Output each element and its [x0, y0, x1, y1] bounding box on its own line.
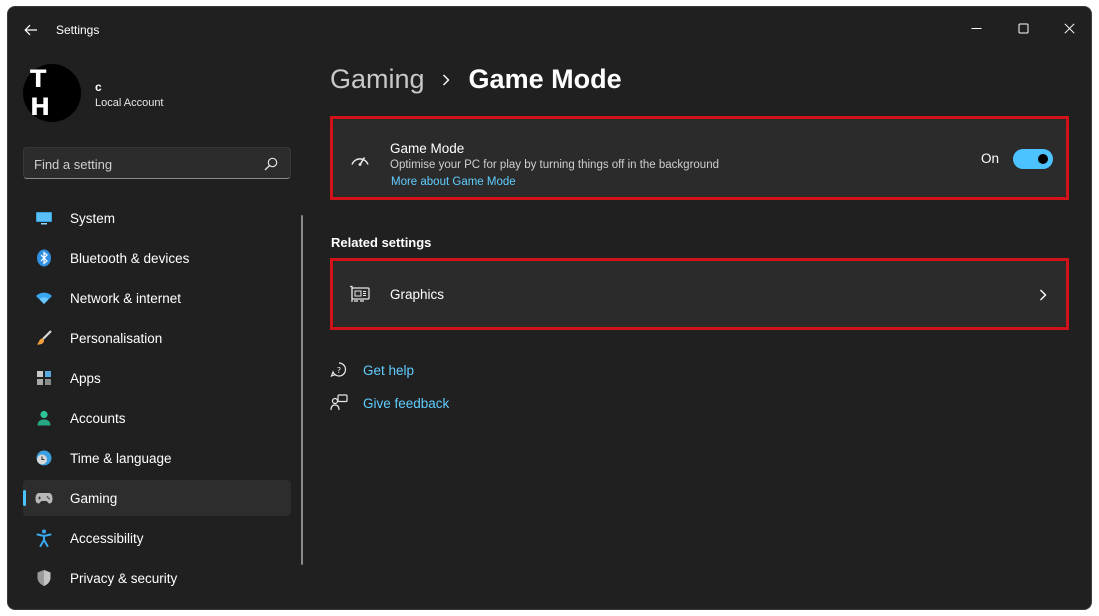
get-help-label: Get help: [363, 362, 415, 378]
bluetooth-icon: [35, 249, 53, 267]
sidebar-item-label: Gaming: [70, 490, 118, 506]
globe-clock-icon: [35, 449, 53, 467]
graphics-card-icon: [350, 285, 370, 302]
close-icon: [1063, 22, 1075, 34]
speedometer-icon: [351, 157, 369, 166]
sidebar-item-label: Time & language: [70, 450, 172, 466]
sidebar-item-label: Personalisation: [70, 330, 163, 346]
sidebar-item-label: Accounts: [70, 410, 126, 426]
account-type: Local Account: [95, 97, 164, 109]
toggle-knob: [1038, 154, 1048, 164]
get-help-link[interactable]: ? Get help: [330, 361, 414, 379]
sidebar-item-label: Accessibility: [70, 530, 144, 546]
sidebar-item-gaming[interactable]: Gaming: [23, 480, 291, 516]
accessibility-icon: [35, 529, 53, 547]
sidebar-item-accounts[interactable]: Accounts: [23, 400, 291, 436]
user-name: c: [95, 80, 102, 94]
game-mode-card: Game Mode Optimise your PC for play by t…: [333, 119, 1066, 197]
monitor-icon: [35, 209, 53, 227]
minimize-button[interactable]: [954, 13, 998, 43]
close-button[interactable]: [1047, 13, 1091, 43]
sidebar-scrollbar[interactable]: [301, 215, 303, 565]
game-mode-title: Game Mode: [390, 141, 465, 156]
sidebar-item-label: Bluetooth & devices: [70, 250, 190, 266]
sidebar-item-apps[interactable]: Apps: [23, 360, 291, 396]
page-title: Game Mode: [468, 64, 622, 94]
graphics-card[interactable]: Graphics: [333, 261, 1066, 327]
sidebar-item-system[interactable]: System: [23, 200, 291, 236]
avatar[interactable]: T H: [23, 64, 81, 122]
sidebar-item-privacy[interactable]: Privacy & security: [23, 560, 291, 596]
settings-window: Settings T H c Local Account System: [7, 6, 1092, 610]
related-settings-heading: Related settings: [331, 235, 432, 250]
sidebar-item-label: Apps: [70, 370, 101, 386]
maximize-icon: [1018, 23, 1028, 33]
wifi-icon: [35, 289, 53, 307]
svg-text:?: ?: [337, 366, 341, 375]
game-mode-toggle[interactable]: [1013, 149, 1053, 169]
sidebar-item-time-language[interactable]: Time & language: [23, 440, 291, 476]
app-title: Settings: [56, 23, 100, 37]
graphics-label: Graphics: [390, 287, 445, 302]
gamepad-icon: [35, 489, 53, 507]
breadcrumb: Gaming Game Mode: [330, 64, 622, 95]
search-input[interactable]: [34, 154, 254, 174]
feedback-icon: [330, 394, 348, 412]
maximize-button[interactable]: [1001, 13, 1045, 43]
sidebar-item-accessibility[interactable]: Accessibility: [23, 520, 291, 556]
arrow-left-icon: [24, 24, 37, 36]
sidebar-item-label: Privacy & security: [70, 570, 178, 586]
give-feedback-label: Give feedback: [363, 395, 450, 411]
search-icon[interactable]: [264, 157, 278, 171]
sidebar-item-network[interactable]: Network & internet: [23, 280, 291, 316]
more-about-game-mode-link[interactable]: More about Game Mode: [391, 176, 516, 188]
sidebar-nav: System Bluetooth & devices Network & int…: [23, 200, 291, 600]
search-box[interactable]: [23, 147, 291, 179]
back-button[interactable]: [20, 19, 42, 41]
chevron-right-icon: [441, 71, 453, 89]
breadcrumb-parent[interactable]: Gaming: [330, 64, 425, 95]
apps-icon: [35, 369, 53, 387]
help-chat-icon: ?: [330, 361, 348, 379]
toggle-state-label: On: [981, 151, 1000, 166]
game-mode-description: Optimise your PC for play by turning thi…: [390, 159, 719, 171]
minimize-icon: [971, 27, 981, 29]
shield-icon: [35, 569, 53, 587]
sidebar-item-bluetooth[interactable]: Bluetooth & devices: [23, 240, 291, 276]
sidebar-item-label: Network & internet: [70, 290, 182, 306]
give-feedback-link[interactable]: Give feedback: [330, 394, 449, 412]
sidebar-item-personalisation[interactable]: Personalisation: [23, 320, 291, 356]
person-icon: [35, 409, 53, 427]
brush-icon: [35, 329, 53, 347]
chevron-right-icon: [1040, 289, 1047, 301]
sidebar-item-label: System: [70, 210, 116, 226]
title-bar: Settings: [8, 7, 1091, 51]
